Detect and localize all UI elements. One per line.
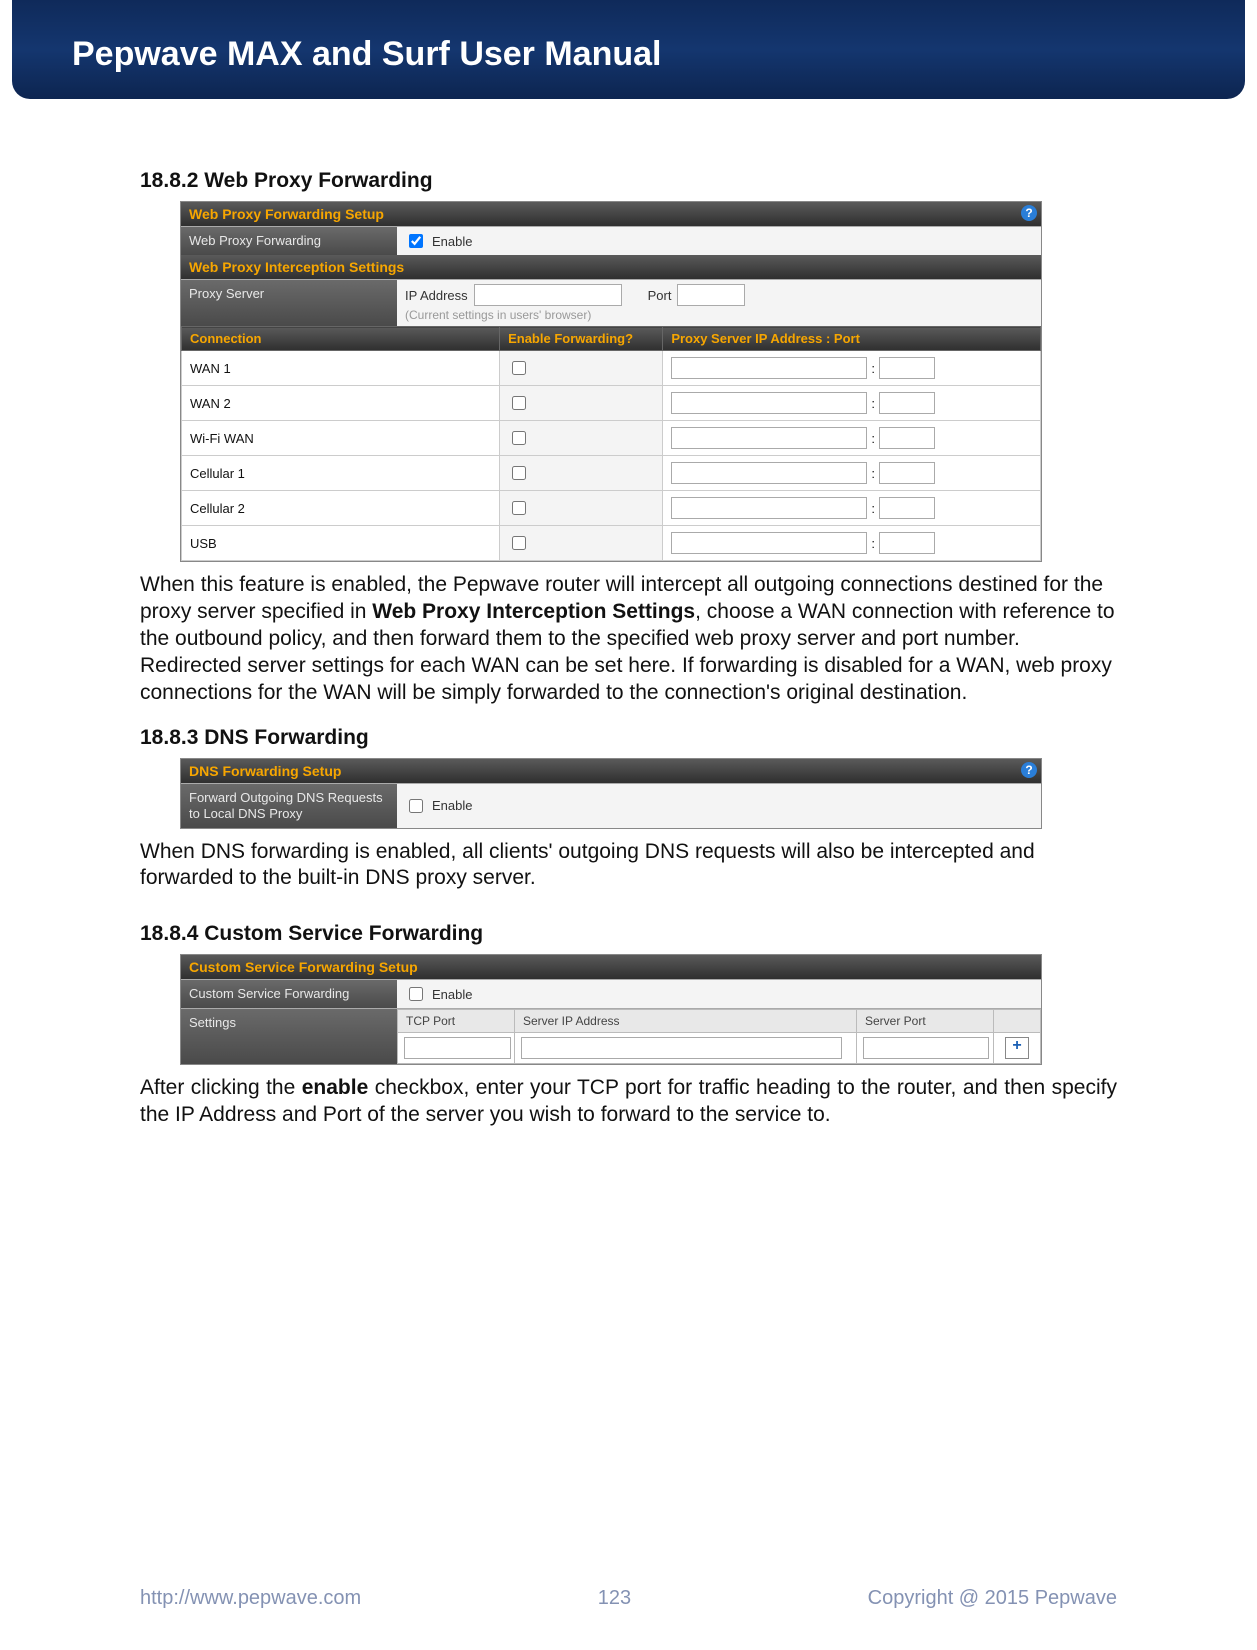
connection-port-input[interactable] [879,357,935,379]
custom-service-enable-row: Custom Service Forwarding Enable [181,979,1041,1008]
connection-row: Wi-Fi WAN: [182,421,1041,456]
connection-enable-checkbox[interactable] [512,431,526,445]
proxy-server-label: Proxy Server [181,280,397,326]
connection-table: Connection Enable Forwarding? Proxy Serv… [181,326,1041,561]
web-proxy-panel: Web Proxy Forwarding Setup ? Web Proxy F… [180,201,1042,562]
page-content: 18.8.2 Web Proxy Forwarding Web Proxy Fo… [0,99,1257,1129]
add-row-button[interactable]: + [1005,1037,1029,1059]
dns-setup-header: DNS Forwarding Setup ? [181,759,1041,783]
enable-text: Enable [432,798,472,813]
proxy-server-row: Proxy Server IP Address Port (Current se… [181,279,1041,326]
web-proxy-enable-row: Web Proxy Forwarding Enable [181,226,1041,255]
manual-header: Pepwave MAX and Surf User Manual [12,0,1245,99]
enable-col-header: Enable Forwarding? [500,327,663,351]
connection-ip-input[interactable] [671,497,867,519]
footer-url: http://www.pepwave.com [140,1587,361,1610]
web-proxy-setup-header: Web Proxy Forwarding Setup ? [181,202,1041,226]
help-icon[interactable]: ? [1021,762,1037,778]
custom-service-settings-row: Settings TCP Port Server IP Address Serv… [181,1008,1041,1064]
footer-copyright: Copyright @ 2015 Pepwave [868,1587,1117,1610]
server-port-header: Server Port [857,1010,994,1033]
custom-service-panel: Custom Service Forwarding Setup Custom S… [180,954,1042,1065]
connection-port-input[interactable] [879,497,935,519]
service-row: + [398,1033,1041,1064]
page-number: 123 [598,1587,631,1610]
enable-text: Enable [432,234,472,249]
connection-row: Cellular 2: [182,491,1041,526]
section-2-title: 18.8.3 DNS Forwarding [140,726,1117,750]
connection-port-input[interactable] [879,392,935,414]
port-label: Port [648,288,672,303]
connection-ip-input[interactable] [671,462,867,484]
server-port-input[interactable] [863,1037,989,1059]
connection-name: USB [182,526,500,561]
page-footer: http://www.pepwave.com 123 Copyright @ 2… [0,1587,1257,1610]
enable-text: Enable [432,987,472,1002]
server-ip-input[interactable] [521,1037,842,1059]
connection-name: WAN 1 [182,351,500,386]
connection-enable-checkbox[interactable] [512,466,526,480]
section-2-para: When DNS forwarding is enabled, all clie… [140,839,1117,893]
section-1-para: When this feature is enabled, the Pepwav… [140,572,1117,706]
connection-name: Cellular 1 [182,456,500,491]
custom-service-header: Custom Service Forwarding Setup [181,955,1041,979]
section-3-title: 18.8.4 Custom Service Forwarding [140,922,1117,946]
proxy-port-input[interactable] [677,284,745,306]
web-proxy-interception-header: Web Proxy Interception Settings [181,255,1041,279]
connection-ip-input[interactable] [671,532,867,554]
help-icon[interactable]: ? [1021,205,1037,221]
connection-name: Wi-Fi WAN [182,421,500,456]
web-proxy-enable-checkbox[interactable] [409,234,423,248]
service-table: TCP Port Server IP Address Server Port + [397,1009,1041,1064]
conn-col-header: Connection [182,327,500,351]
section-3-para: After clicking the enable checkbox, ente… [140,1075,1117,1129]
dns-enable-label: Forward Outgoing DNS Requests to Local D… [181,784,397,827]
dns-panel: DNS Forwarding Setup ? Forward Outgoing … [180,758,1042,828]
connection-port-input[interactable] [879,462,935,484]
proxy-hint: (Current settings in users' browser) [405,308,745,322]
custom-service-enable-label: Custom Service Forwarding [181,980,397,1008]
connection-enable-checkbox[interactable] [512,396,526,410]
connection-enable-checkbox[interactable] [512,501,526,515]
dns-enable-row: Forward Outgoing DNS Requests to Local D… [181,783,1041,827]
tcp-port-input[interactable] [404,1037,511,1059]
connection-row: USB: [182,526,1041,561]
connection-port-input[interactable] [879,532,935,554]
section-1-title: 18.8.2 Web Proxy Forwarding [140,169,1117,193]
tcp-port-header: TCP Port [398,1010,515,1033]
connection-ip-input[interactable] [671,357,867,379]
connection-row: WAN 1: [182,351,1041,386]
manual-title: Pepwave MAX and Surf User Manual [72,35,662,73]
custom-service-enable-checkbox[interactable] [409,987,423,1001]
server-ip-header: Server IP Address [515,1010,857,1033]
connection-row: WAN 2: [182,386,1041,421]
proxy-ip-input[interactable] [474,284,622,306]
addr-col-header: Proxy Server IP Address : Port [663,327,1041,351]
connection-name: WAN 2 [182,386,500,421]
connection-row: Cellular 1: [182,456,1041,491]
connection-ip-input[interactable] [671,392,867,414]
connection-enable-checkbox[interactable] [512,536,526,550]
connection-enable-checkbox[interactable] [512,361,526,375]
connection-port-input[interactable] [879,427,935,449]
connection-name: Cellular 2 [182,491,500,526]
ip-address-label: IP Address [405,288,468,303]
settings-label: Settings [181,1009,397,1064]
web-proxy-enable-label: Web Proxy Forwarding [181,227,397,255]
dns-enable-checkbox[interactable] [409,799,423,813]
connection-ip-input[interactable] [671,427,867,449]
action-header [994,1010,1041,1033]
